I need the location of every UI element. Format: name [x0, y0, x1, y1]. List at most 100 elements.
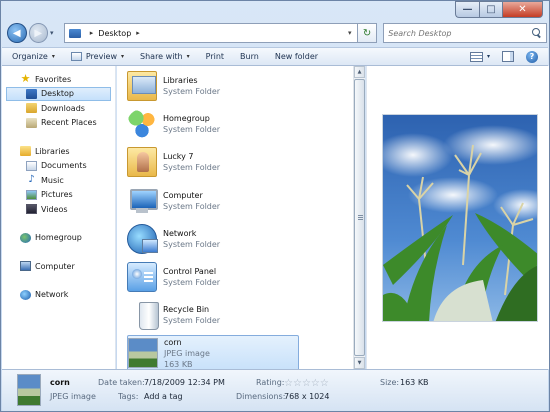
view-options-dropdown[interactable]: ▾ [487, 53, 490, 60]
sidebar-item-libraries[interactable]: Libraries [2, 144, 115, 159]
dimensions-value: 768 x 1024 [284, 392, 330, 401]
address-bar[interactable]: ▸ Desktop ▸ ▾ [63, 23, 358, 43]
file-type: System Folder [163, 240, 221, 249]
list-item[interactable]: Libraries System Folder [127, 68, 297, 104]
burn-button[interactable]: Burn [240, 52, 259, 61]
chevron-down-icon: ▾ [186, 53, 190, 60]
view-controls: ▾ ? [469, 50, 548, 63]
search-box[interactable] [383, 23, 547, 43]
downloads-icon [26, 103, 37, 114]
computer-icon [127, 186, 158, 216]
rating-stars[interactable]: ☆☆☆☆☆ [284, 378, 329, 389]
explorer-window: — □ ✕ ◀ ▶ ▾ ▸ Desktop ▸ ▾ ↻ Organize ▾ P… [0, 0, 550, 412]
vertical-scrollbar[interactable]: ▲ ▼ [353, 66, 365, 369]
organize-label: Organize [12, 52, 48, 61]
star-icon[interactable]: ☆ [284, 378, 293, 389]
sidebar-item-label: Documents [41, 161, 87, 171]
change-view-icon[interactable] [469, 51, 483, 62]
share-with-label: Share with [140, 52, 183, 61]
sidebar-item-favorites[interactable]: ★ Favorites [2, 72, 115, 87]
sidebar-item-recent-places[interactable]: Recent Places [2, 116, 115, 131]
sidebar-item-homegroup[interactable]: Homegroup [2, 231, 115, 246]
scroll-down-button[interactable]: ▼ [354, 357, 365, 369]
network-icon [20, 289, 31, 300]
navigation-bar: ◀ ▶ ▾ ▸ Desktop ▸ ▾ ↻ [7, 21, 547, 45]
tags-value[interactable]: Add a tag [144, 392, 183, 401]
organize-button[interactable]: Organize ▾ [12, 52, 55, 61]
file-type: JPEG image [164, 348, 210, 358]
sidebar-item-label: Pictures [41, 190, 73, 200]
star-icon[interactable]: ☆ [320, 378, 329, 389]
sidebar-item-network[interactable]: Network [2, 288, 115, 303]
search-icon[interactable] [532, 28, 542, 38]
scroll-thumb[interactable] [354, 79, 365, 356]
new-folder-button[interactable]: New folder [275, 52, 318, 61]
file-type: System Folder [163, 87, 221, 96]
star-icon[interactable]: ☆ [293, 378, 302, 389]
back-button[interactable]: ◀ [7, 23, 27, 43]
maximize-button[interactable]: □ [479, 1, 503, 18]
file-name: Libraries [163, 76, 198, 85]
sidebar-item-computer[interactable]: Computer [2, 259, 115, 274]
help-icon[interactable]: ? [526, 50, 538, 63]
rating-label: Rating: [256, 378, 285, 387]
breadcrumb-chevron-icon[interactable]: ▸ [136, 29, 140, 37]
breadcrumb-desktop[interactable]: Desktop [98, 29, 131, 38]
list-item[interactable]: Network System Folder [127, 221, 297, 257]
star-icon[interactable]: ☆ [311, 378, 320, 389]
list-item[interactable]: Lucky 7 System Folder [127, 144, 297, 180]
list-item-text: Homegroup System Folder [163, 113, 220, 135]
preview-button[interactable]: Preview ▾ [70, 52, 124, 61]
preview-pane-toggle-icon[interactable] [502, 51, 514, 62]
list-item[interactable]: Recycle Bin System Folder [127, 297, 297, 333]
date-taken-label: Date taken: [98, 378, 145, 387]
details-pane: corn JPEG image Date taken: 7/18/2009 12… [2, 369, 548, 411]
control-panel-icon [127, 262, 157, 292]
sidebar-item-downloads[interactable]: Downloads [2, 101, 115, 116]
search-input[interactable] [388, 28, 529, 38]
recent-pages-dropdown[interactable]: ▾ [50, 29, 60, 37]
print-button[interactable]: Print [206, 52, 224, 61]
minimize-button[interactable]: — [455, 1, 479, 18]
star-icon[interactable]: ☆ [302, 378, 311, 389]
sidebar-item-documents[interactable]: Documents [2, 159, 115, 174]
close-button[interactable]: ✕ [503, 1, 543, 18]
sidebar-item-pictures[interactable]: Pictures [2, 188, 115, 203]
grip-icon [358, 215, 363, 221]
size-value: 163 KB [400, 378, 429, 387]
computer-icon [20, 261, 31, 272]
homegroup-icon [127, 109, 157, 139]
jpeg-thumbnail-icon [128, 338, 158, 368]
sidebar-item-label: Computer [35, 261, 75, 271]
sidebar-item-label: Recent Places [41, 118, 97, 128]
address-dropdown-button[interactable]: ▾ [343, 29, 357, 37]
sidebar-item-label: Network [35, 290, 69, 300]
videos-icon [26, 204, 37, 215]
file-name: corn [164, 337, 182, 347]
sidebar-item-desktop[interactable]: Desktop [6, 86, 111, 101]
details-file-name: corn [50, 378, 70, 387]
chevron-down-icon: ▾ [51, 53, 55, 60]
share-with-button[interactable]: Share with ▾ [140, 52, 190, 61]
documents-icon [26, 160, 37, 171]
desktop-folder-icon [68, 28, 81, 38]
preview-pane [366, 66, 549, 369]
scroll-up-button[interactable]: ▲ [354, 66, 365, 78]
sidebar-item-music[interactable]: ♪ Music [2, 173, 115, 188]
sidebar-item-videos[interactable]: Videos [2, 202, 115, 217]
list-item[interactable]: Computer System Folder [127, 183, 297, 219]
list-item-text: Recycle Bin System Folder [163, 304, 220, 326]
list-item-selected[interactable]: corn JPEG image 163 KB [127, 335, 299, 371]
star-icon: ★ [20, 72, 31, 86]
list-item[interactable]: Control Panel System Folder [127, 259, 297, 295]
forward-button[interactable]: ▶ [28, 23, 49, 43]
list-item-text: Lucky 7 System Folder [163, 151, 220, 173]
pictures-icon [26, 189, 37, 200]
list-item-text: Control Panel System Folder [163, 266, 220, 288]
refresh-button[interactable]: ↻ [357, 23, 378, 43]
file-type: System Folder [163, 316, 221, 325]
date-taken-value[interactable]: 7/18/2009 12:34 PM [144, 378, 225, 387]
music-icon: ♪ [28, 174, 35, 186]
breadcrumb-separator[interactable]: ▸ [90, 29, 94, 37]
list-item[interactable]: Homegroup System Folder [127, 106, 297, 142]
